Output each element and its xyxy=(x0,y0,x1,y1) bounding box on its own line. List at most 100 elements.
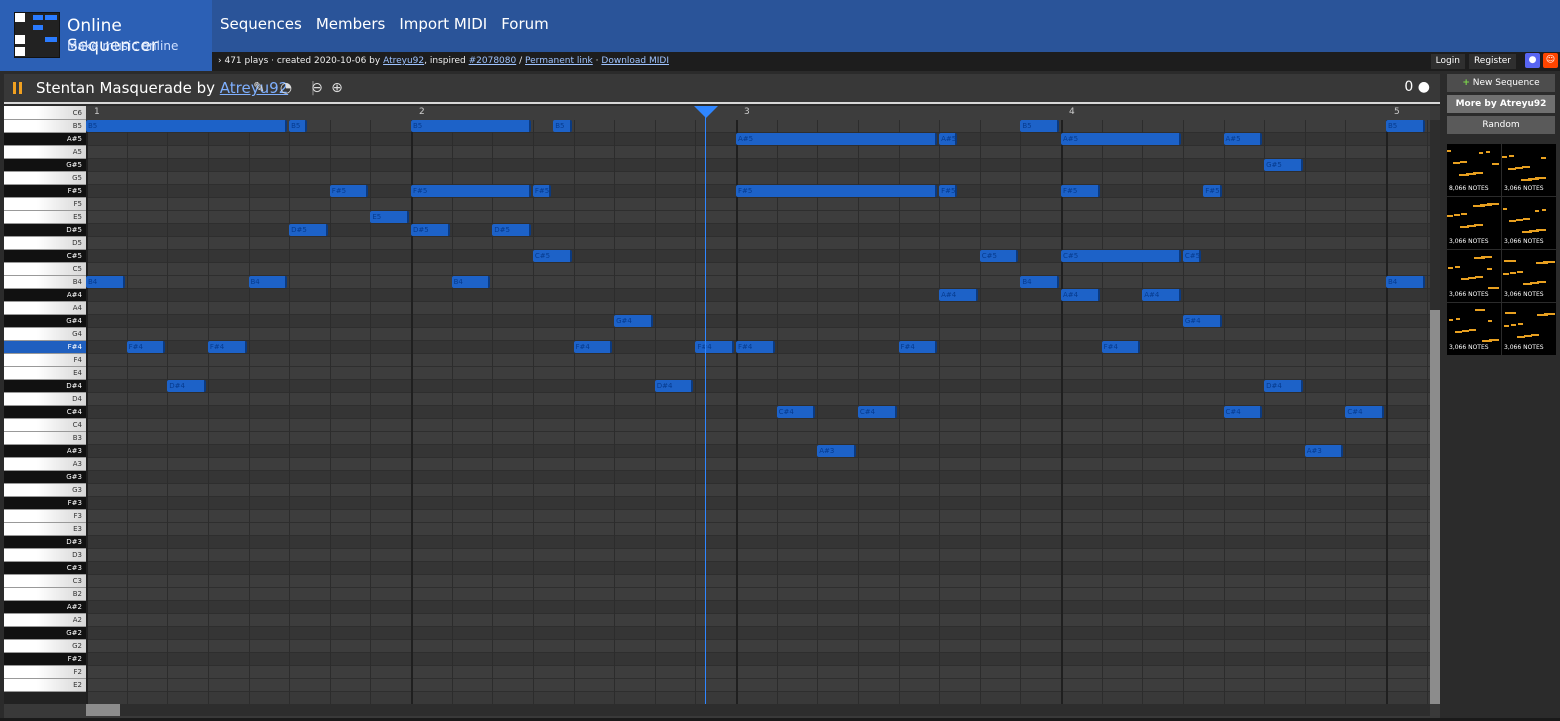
note-block[interactable]: C#5 xyxy=(1061,250,1181,262)
note-block[interactable]: A#4 xyxy=(1142,289,1181,301)
download-midi-link[interactable]: Download MIDI xyxy=(601,56,669,66)
playhead-marker-icon[interactable] xyxy=(694,106,718,118)
note-block[interactable]: G#4 xyxy=(614,315,653,327)
random-button[interactable]: Random xyxy=(1447,116,1555,134)
piano-key[interactable]: G#4 xyxy=(4,315,86,328)
register-button[interactable]: Register xyxy=(1468,54,1516,69)
piano-key[interactable]: C#5 xyxy=(4,250,86,263)
piano-key[interactable]: A4 xyxy=(4,302,86,315)
note-block[interactable]: F#4 xyxy=(898,341,938,353)
piano-key[interactable]: F2 xyxy=(4,666,86,679)
piano-key[interactable]: F4 xyxy=(4,354,86,367)
piano-key[interactable]: E4 xyxy=(4,367,86,380)
note-block[interactable]: C#4 xyxy=(857,406,897,418)
sequence-thumbnail[interactable]: 3,066 NOTES xyxy=(1447,197,1501,249)
pause-icon[interactable] xyxy=(13,82,23,94)
piano-key[interactable]: F5 xyxy=(4,198,86,211)
discord-icon[interactable]: ● xyxy=(1525,53,1540,68)
permanent-link[interactable]: Permanent link xyxy=(525,56,593,66)
piano-key[interactable]: G5 xyxy=(4,172,86,185)
note-block[interactable]: A#5 xyxy=(736,133,938,145)
sequence-thumbnail[interactable]: 8,066 NOTES xyxy=(1447,144,1501,196)
note-block[interactable]: F#5 xyxy=(736,185,938,197)
vertical-scrollbar[interactable] xyxy=(1430,120,1440,704)
piano-key[interactable]: C3 xyxy=(4,575,86,588)
note-block[interactable]: B4 xyxy=(1020,276,1059,288)
sequence-thumbnail[interactable]: 3,066 NOTES xyxy=(1502,250,1556,302)
note-block[interactable]: F#5 xyxy=(329,185,369,197)
note-block[interactable]: F#5 xyxy=(939,185,958,197)
piano-key[interactable]: A3 xyxy=(4,458,86,471)
piano-key[interactable]: G#2 xyxy=(4,627,86,640)
note-block[interactable]: F#5 xyxy=(411,185,531,197)
piano-key[interactable]: C5 xyxy=(4,263,86,276)
vertical-scroll-thumb[interactable] xyxy=(1430,310,1440,704)
note-block[interactable]: D#5 xyxy=(492,224,531,236)
piano-key[interactable]: C#4 xyxy=(4,406,86,419)
nav-sequences[interactable]: Sequences xyxy=(220,15,302,33)
note-block[interactable]: B5 xyxy=(289,120,308,132)
piano-key[interactable]: F#4 xyxy=(4,341,86,354)
note-block[interactable]: B5 xyxy=(553,120,572,132)
note-block[interactable]: F#4 xyxy=(126,341,166,353)
note-block[interactable]: B5 xyxy=(1020,120,1059,132)
note-grid[interactable]: B5 B5 B5 B5 B5 B5 A#5 A#5 A#5 A#5 G#5 F#5 F#5 F#5 F#5 F… xyxy=(86,120,1430,704)
nav-forum[interactable]: Forum xyxy=(501,15,549,33)
note-block[interactable]: A#5 xyxy=(1223,133,1263,145)
note-block[interactable]: D#5 xyxy=(289,224,328,236)
new-sequence-button[interactable]: + New Sequence xyxy=(1447,74,1555,92)
piano-key[interactable]: A#3 xyxy=(4,445,86,458)
note-block[interactable]: G#4 xyxy=(1182,315,1222,327)
piano-key[interactable]: B5 xyxy=(4,120,86,133)
note-block[interactable]: A#3 xyxy=(1304,445,1344,457)
note-block[interactable]: C#5 xyxy=(979,250,1019,262)
note-block[interactable]: C#4 xyxy=(1345,406,1384,418)
note-block[interactable]: E5 xyxy=(370,211,409,223)
piano-key[interactable]: D5 xyxy=(4,237,86,250)
piano-key[interactable]: B3 xyxy=(4,432,86,445)
zoom-out-icon[interactable]: ⊖ xyxy=(308,79,326,97)
logo[interactable]: Online Sequencer Make music online xyxy=(0,0,212,71)
piano-key[interactable]: A5 xyxy=(4,146,86,159)
sequence-thumbnail[interactable]: 3,066 NOTES xyxy=(1502,303,1556,355)
piano-key[interactable]: G#5 xyxy=(4,159,86,172)
login-button[interactable]: Login xyxy=(1430,54,1465,69)
note-block[interactable]: B5 xyxy=(411,120,531,132)
piano-key[interactable]: F#5 xyxy=(4,185,86,198)
sequence-thumbnail[interactable]: 3,066 NOTES xyxy=(1502,197,1556,249)
piano-key[interactable]: A#4 xyxy=(4,289,86,302)
piano-key[interactable]: D#3 xyxy=(4,536,86,549)
note-block[interactable]: A#4 xyxy=(939,289,978,301)
zoom-in-icon[interactable]: ⊕ xyxy=(328,79,346,97)
note-block[interactable]: A#5 xyxy=(1061,133,1181,145)
note-block[interactable]: B4 xyxy=(1386,276,1425,288)
note-block[interactable]: A#4 xyxy=(1061,289,1100,301)
horizontal-scrollbar[interactable] xyxy=(86,704,1430,716)
playhead[interactable] xyxy=(705,106,706,704)
note-block[interactable]: A#3 xyxy=(817,445,856,457)
sequence-thumbnail[interactable]: 3,066 NOTES xyxy=(1502,144,1556,196)
note-block[interactable]: A#5 xyxy=(939,133,958,145)
note-block[interactable]: F#5 xyxy=(1203,185,1222,197)
piano-key[interactable]: E2 xyxy=(4,679,86,692)
horizontal-scroll-thumb[interactable] xyxy=(86,704,120,716)
piano-key[interactable]: E3 xyxy=(4,523,86,536)
sequence-thumbnail[interactable]: 3,066 NOTES xyxy=(1447,303,1501,355)
piano-key[interactable]: F#3 xyxy=(4,497,86,510)
nav-import-midi[interactable]: Import MIDI xyxy=(399,15,487,33)
speed-icon[interactable]: ◔ xyxy=(277,79,295,97)
piano-key[interactable]: D#4 xyxy=(4,380,86,393)
piano-key-top[interactable]: C6 xyxy=(4,106,86,120)
reddit-icon[interactable]: ☺ xyxy=(1543,53,1558,68)
nav-members[interactable]: Members xyxy=(316,15,386,33)
note-block[interactable]: F#4 xyxy=(695,341,734,353)
note-block[interactable]: C#4 xyxy=(1223,406,1263,418)
piano-key[interactable]: B4 xyxy=(4,276,86,289)
piano-key[interactable]: D4 xyxy=(4,393,86,406)
piano-key[interactable]: G3 xyxy=(4,484,86,497)
note-block[interactable]: D#4 xyxy=(167,380,206,392)
note-block[interactable]: B4 xyxy=(86,276,125,288)
sequence-thumbnail[interactable]: 3,066 NOTES xyxy=(1447,250,1501,302)
piano-key[interactable]: G#3 xyxy=(4,471,86,484)
note-block[interactable]: B5 xyxy=(86,120,288,132)
